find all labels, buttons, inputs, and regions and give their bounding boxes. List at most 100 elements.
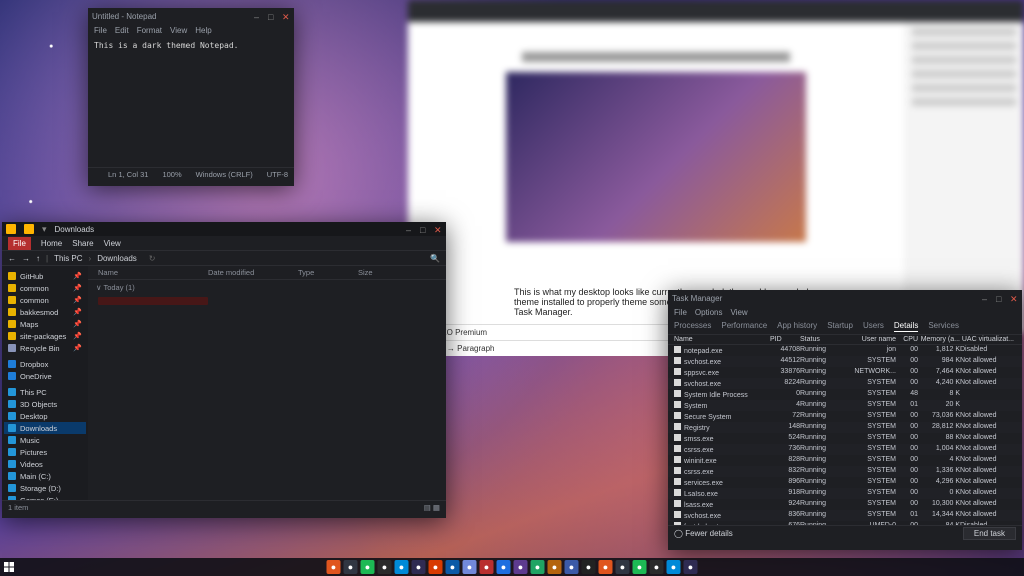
- table-row[interactable]: sppsvc.exe 33876Running NETWORK...00 7,4…: [668, 367, 1022, 378]
- explorer-group-header[interactable]: ∨ Today (1): [88, 280, 446, 295]
- taskbar-icon[interactable]: ●: [412, 560, 426, 574]
- explorer-ribbon[interactable]: File HomeShareView: [2, 236, 446, 250]
- explorer-columns[interactable]: NameDate modifiedTypeSize: [88, 266, 446, 280]
- close-icon[interactable]: ✕: [1010, 294, 1018, 302]
- table-row[interactable]: lsass.exe 924Running SYSTEM00 10,300 KNo…: [668, 499, 1022, 510]
- taskbar-icon[interactable]: ●: [378, 560, 392, 574]
- sidebar-item-bakkesmod[interactable]: bakkesmod📌: [4, 306, 86, 318]
- taskbar-icon[interactable]: ●: [446, 560, 460, 574]
- menu-item[interactable]: View: [170, 26, 187, 35]
- column-header[interactable]: Name: [674, 336, 770, 343]
- taskbar-icon[interactable]: ●: [582, 560, 596, 574]
- taskbar-icon[interactable]: ●: [650, 560, 664, 574]
- tm-titlebar[interactable]: Task Manager – □ ✕: [668, 290, 1022, 306]
- table-row[interactable]: fontdrvhost.exe 676Running UMFD-000 84 K…: [668, 521, 1022, 525]
- sidebar-item-thispc[interactable]: This PC: [4, 386, 86, 398]
- taskbar-icon[interactable]: ●: [514, 560, 528, 574]
- table-row[interactable]: Secure System 72Running SYSTEM00 73,036 …: [668, 411, 1022, 422]
- taskbar-icon[interactable]: ●: [480, 560, 494, 574]
- menu-item[interactable]: File: [674, 308, 687, 317]
- view-details-icon[interactable]: ▤: [424, 503, 431, 512]
- sidebar-item-desktop[interactable]: Desktop: [4, 410, 86, 422]
- taskbar-icon[interactable]: ●: [429, 560, 443, 574]
- nav-up-icon[interactable]: ↑: [36, 254, 40, 263]
- minimize-icon[interactable]: –: [254, 12, 262, 20]
- tm-column-headers[interactable]: NamePIDStatusUser nameCPUMemory (a...UAC…: [668, 335, 1022, 345]
- view-tiles-icon[interactable]: ▦: [433, 503, 440, 512]
- table-row[interactable]: services.exe 896Running SYSTEM00 4,296 K…: [668, 477, 1022, 488]
- taskbar-icon[interactable]: ●: [463, 560, 477, 574]
- taskbar-icon[interactable]: ●: [599, 560, 613, 574]
- taskbar-icon[interactable]: ●: [531, 560, 545, 574]
- sidebar-item-recycle bin[interactable]: Recycle Bin📌: [4, 342, 86, 354]
- sidebar-item-3d-objects[interactable]: 3D Objects: [4, 398, 86, 410]
- column-header[interactable]: Status: [800, 336, 846, 343]
- menu-item[interactable]: Format: [137, 26, 162, 35]
- tab-users[interactable]: Users: [863, 321, 884, 332]
- menu-item[interactable]: File: [94, 26, 107, 35]
- explorer-addressbar[interactable]: ← → ↑ | This PC › Downloads ↻ 🔍: [2, 250, 446, 266]
- explorer-sidebar[interactable]: GitHub📌common📌common📌bakkesmod📌Maps📌site…: [2, 266, 88, 500]
- taskbar-icon[interactable]: ●: [344, 560, 358, 574]
- taskbar-icon[interactable]: ●: [667, 560, 681, 574]
- table-row[interactable]: wininit.exe 828Running SYSTEM00 4 KNot a…: [668, 455, 1022, 466]
- end-task-button[interactable]: End task: [963, 527, 1016, 540]
- ribbon-tab[interactable]: Share: [72, 239, 93, 248]
- breadcrumb-seg[interactable]: Downloads: [97, 254, 137, 263]
- taskbar-icon[interactable]: ●: [616, 560, 630, 574]
- taskbar-icon[interactable]: ●: [327, 560, 341, 574]
- ribbon-tab[interactable]: Home: [41, 239, 62, 248]
- sidebar-item-pictures[interactable]: Pictures: [4, 446, 86, 458]
- tm-menubar[interactable]: File Options View: [668, 306, 1022, 319]
- refresh-icon[interactable]: ↻: [149, 254, 156, 263]
- menu-item[interactable]: Options: [695, 308, 723, 317]
- table-row[interactable]: System Idle Process 0Running SYSTEM48 8 …: [668, 389, 1022, 400]
- taskbar-icon[interactable]: ●: [548, 560, 562, 574]
- table-row[interactable]: csrss.exe 736Running SYSTEM00 1,004 KNot…: [668, 444, 1022, 455]
- notepad-menubar[interactable]: FileEditFormatViewHelp: [88, 24, 294, 37]
- taskmanager-window[interactable]: Task Manager – □ ✕ File Options View Proce…: [668, 290, 1022, 550]
- maximize-icon[interactable]: □: [996, 294, 1004, 302]
- tab-services[interactable]: Services: [928, 321, 959, 332]
- taskbar[interactable]: ●●●●●●●●●●●●●●●●●●●●●●: [0, 558, 1024, 576]
- table-row[interactable]: Registry 148Running SYSTEM00 28,812 KNot…: [668, 422, 1022, 433]
- tm-tabs[interactable]: ProcessesPerformanceApp historyStartupUs…: [668, 319, 1022, 335]
- menu-item[interactable]: Help: [195, 26, 211, 35]
- ribbon-file[interactable]: File: [8, 237, 31, 250]
- close-icon[interactable]: ✕: [282, 12, 290, 20]
- sidebar-item-site-packages[interactable]: site-packages📌: [4, 330, 86, 342]
- sidebar-item-common[interactable]: common📌: [4, 282, 86, 294]
- maximize-icon[interactable]: □: [268, 12, 276, 20]
- taskbar-icon[interactable]: ●: [361, 560, 375, 574]
- close-icon[interactable]: ✕: [434, 225, 442, 233]
- table-row[interactable]: csrss.exe 832Running SYSTEM00 1,336 KNot…: [668, 466, 1022, 477]
- start-button[interactable]: [0, 558, 18, 576]
- column-header[interactable]: PID: [770, 336, 800, 343]
- explorer-tabstrip[interactable]: ▾ Downloads – □ ✕: [2, 222, 446, 236]
- column-header[interactable]: User name: [846, 336, 896, 343]
- sidebar-item-downloads[interactable]: Downloads: [4, 422, 86, 434]
- notepad-window[interactable]: Untitled - Notepad – □ ✕ FileEditFormatV…: [88, 8, 294, 186]
- column-header[interactable]: Name: [88, 268, 208, 277]
- sidebar-item-onedrive[interactable]: OneDrive: [4, 370, 86, 382]
- column-header[interactable]: CPU: [896, 336, 918, 343]
- menu-item[interactable]: View: [730, 308, 747, 317]
- tab-performance[interactable]: Performance: [721, 321, 767, 332]
- notepad-textarea[interactable]: This is a dark themed Notepad.: [88, 37, 294, 167]
- minimize-icon[interactable]: –: [982, 294, 990, 302]
- tm-process-list[interactable]: notepad.exe 44708Running jon00 1,812 KDi…: [668, 345, 1022, 525]
- nav-back-icon[interactable]: ←: [8, 254, 16, 263]
- maximize-icon[interactable]: □: [420, 225, 428, 233]
- sidebar-item-videos[interactable]: Videos: [4, 458, 86, 470]
- taskbar-pins[interactable]: ●●●●●●●●●●●●●●●●●●●●●●: [327, 560, 698, 574]
- table-row[interactable]: notepad.exe 44708Running jon00 1,812 KDi…: [668, 345, 1022, 356]
- table-row[interactable]: svchost.exe 44512Running SYSTEM00 984 KN…: [668, 356, 1022, 367]
- column-header[interactable]: Memory (a...: [918, 336, 960, 343]
- taskbar-icon[interactable]: ●: [565, 560, 579, 574]
- taskbar-icon[interactable]: ●: [497, 560, 511, 574]
- tab-processes[interactable]: Processes: [674, 321, 711, 332]
- taskbar-icon[interactable]: ●: [684, 560, 698, 574]
- explorer-window[interactable]: ▾ Downloads – □ ✕ File HomeShareView ← →…: [2, 222, 446, 518]
- fewer-details-toggle[interactable]: ◯ Fewer details: [674, 529, 733, 538]
- table-row[interactable]: smss.exe 524Running SYSTEM00 88 KNot all…: [668, 433, 1022, 444]
